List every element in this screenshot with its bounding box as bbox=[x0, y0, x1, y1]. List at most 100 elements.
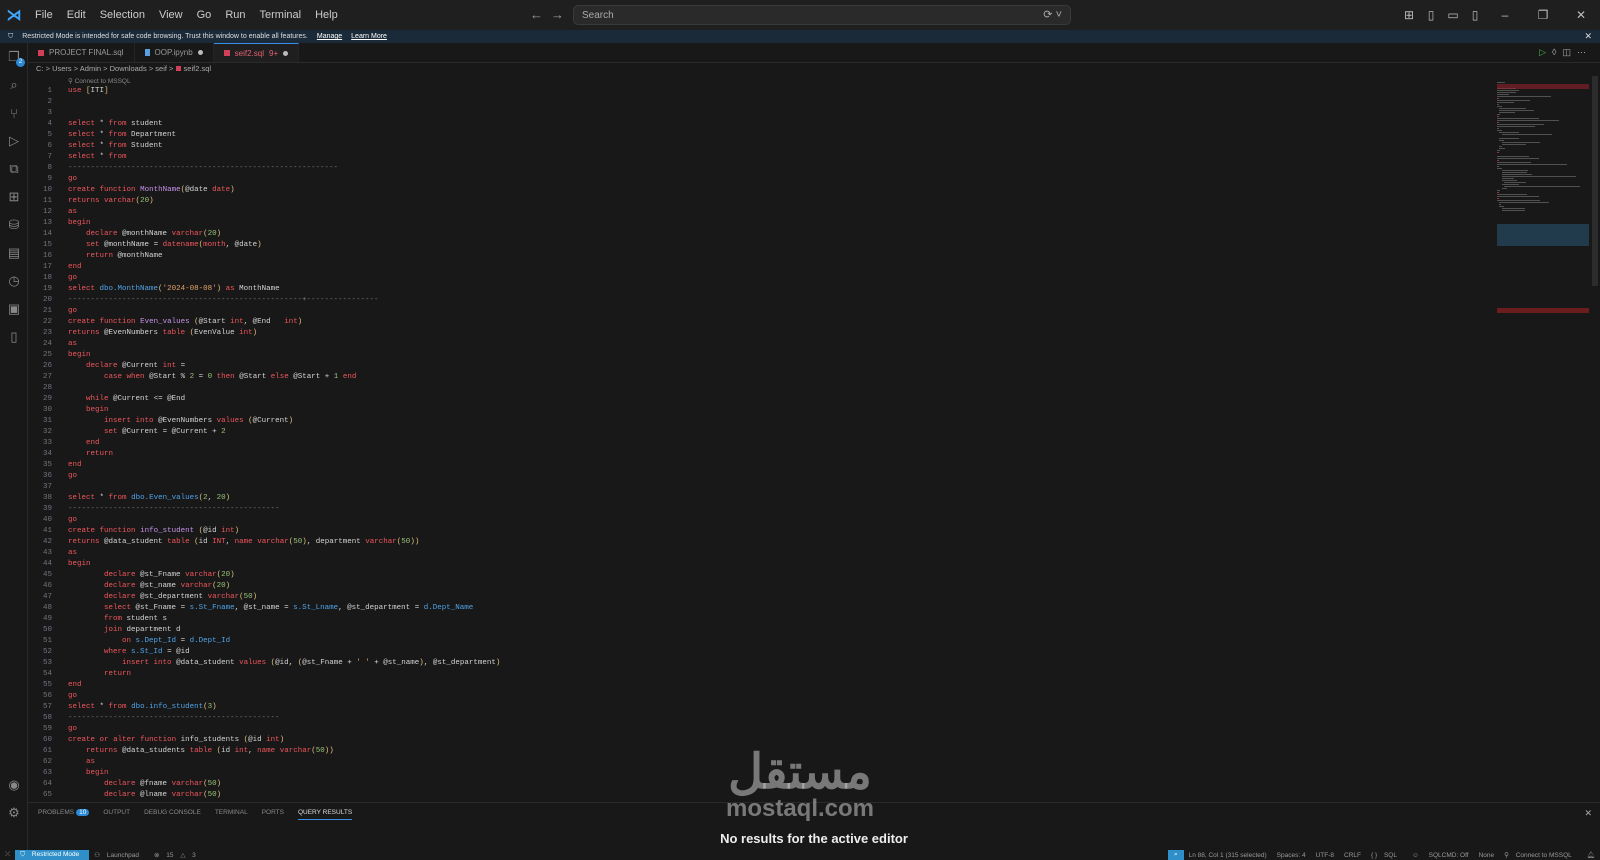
launchpad-button[interactable]: ⚇ Launchpad bbox=[89, 851, 149, 859]
code-line[interactable]: 16 return @monthName bbox=[28, 251, 1478, 262]
code-line[interactable]: 43 as bbox=[28, 548, 1478, 559]
minimap[interactable] bbox=[1497, 76, 1589, 336]
code-line[interactable]: 48 select @st_Fname = s.St_Fname, @st_na… bbox=[28, 603, 1478, 614]
crumb-admin[interactable]: Admin bbox=[80, 64, 101, 73]
line-ending[interactable]: CRLF bbox=[1339, 852, 1366, 859]
timeline-icon[interactable]: ◷ bbox=[0, 267, 28, 295]
more-actions-icon[interactable]: ⋯ bbox=[1577, 47, 1592, 57]
code-line[interactable]: 44 begin bbox=[28, 559, 1478, 570]
extensions-icon[interactable]: ⊞ bbox=[0, 183, 28, 211]
run-query-icon[interactable]: ▷ bbox=[1539, 47, 1552, 57]
toggle-panel-icon[interactable]: ▭ bbox=[1442, 8, 1464, 22]
code-line[interactable]: 19 select dbo.MonthName('2024-08-08') as … bbox=[28, 284, 1478, 295]
code-line[interactable]: 59 go bbox=[28, 724, 1478, 735]
code-line[interactable]: 45 declare @st_Fname varchar(20) bbox=[28, 570, 1478, 581]
panel-tab-problems[interactable]: PROBLEMS 10 bbox=[38, 809, 90, 820]
code-line[interactable]: 50 join department d bbox=[28, 625, 1478, 636]
command-center-search[interactable]: Search ⟳ ˅ bbox=[573, 5, 1071, 25]
code-line[interactable]: 2 bbox=[28, 97, 1478, 108]
problems-indicator[interactable]: ⊗ 15 △ 3 bbox=[149, 851, 206, 859]
code-line[interactable]: 40 go bbox=[28, 515, 1478, 526]
menu-selection[interactable]: Selection bbox=[93, 9, 152, 21]
code-line[interactable]: 55 end bbox=[28, 680, 1478, 691]
folder-icon[interactable]: ▤ bbox=[0, 239, 28, 267]
code-line[interactable]: 3 bbox=[28, 108, 1478, 119]
zoom-search-icon[interactable]: ⌕ bbox=[1167, 850, 1184, 860]
code-line[interactable]: 28 bbox=[28, 383, 1478, 394]
code-line[interactable]: 39 --------------------------------------… bbox=[28, 504, 1478, 515]
code-line[interactable]: 62 as bbox=[28, 757, 1478, 768]
code-line[interactable]: 17 end bbox=[28, 262, 1478, 273]
code-line[interactable]: 37 bbox=[28, 482, 1478, 493]
code-line[interactable]: 35 end bbox=[28, 460, 1478, 471]
menu-terminal[interactable]: Terminal bbox=[253, 9, 309, 21]
tab-oop-notebook[interactable]: OOP.ipynb bbox=[135, 43, 214, 62]
code-line[interactable]: 5 select * from Department bbox=[28, 130, 1478, 141]
code-line[interactable]: 1 use [ITI] bbox=[28, 86, 1478, 97]
cursor-position[interactable]: Ln 88, Col 1 (315 selected) bbox=[1184, 852, 1272, 859]
code-line[interactable]: 13 begin bbox=[28, 218, 1478, 229]
editor-scrollbar[interactable] bbox=[1592, 76, 1598, 286]
menu-view[interactable]: View bbox=[152, 9, 190, 21]
code-line[interactable]: 32 set @Current = @Current + 2 bbox=[28, 427, 1478, 438]
code-line[interactable]: 22 create function Even_values (@Start in… bbox=[28, 317, 1478, 328]
code-line[interactable]: 38 select * from dbo.Even_values(2, 20) bbox=[28, 493, 1478, 504]
code-line[interactable]: 65 declare @lname varchar(50) bbox=[28, 790, 1478, 801]
menu-edit[interactable]: Edit bbox=[60, 9, 93, 21]
code-line[interactable]: 11 returns varchar(20) bbox=[28, 196, 1478, 207]
restricted-mode-indicator[interactable]: ⛉ Restricted Mode bbox=[15, 850, 90, 860]
code-line[interactable]: 51 on s.Dept_Id = d.Dept_Id bbox=[28, 636, 1478, 647]
testing-icon[interactable]: ▣ bbox=[0, 295, 28, 323]
code-line[interactable]: 6 select * from Student bbox=[28, 141, 1478, 152]
sqlcmd-mode[interactable]: SQLCMD: Off bbox=[1424, 852, 1474, 859]
minimize-button[interactable]: – bbox=[1486, 8, 1524, 22]
settings-gear-icon[interactable]: ⚙ bbox=[0, 799, 28, 827]
crumb-file[interactable]: seif2.sql bbox=[184, 64, 212, 73]
code-line[interactable]: 4 select * from student bbox=[28, 119, 1478, 130]
code-line[interactable]: 14 declare @monthName varchar(20) bbox=[28, 229, 1478, 240]
remote-icon[interactable]: ⤫ bbox=[0, 851, 15, 859]
menu-help[interactable]: Help bbox=[308, 9, 345, 21]
panel-tab-debug-console[interactable]: DEBUG CONSOLE bbox=[144, 809, 201, 820]
code-line[interactable]: 63 begin bbox=[28, 768, 1478, 779]
code-line[interactable]: 18 go bbox=[28, 273, 1478, 284]
code-line[interactable]: 41 create function info_student (@id int) bbox=[28, 526, 1478, 537]
database-icon[interactable]: ⛁ bbox=[0, 211, 28, 239]
code-line[interactable]: 57 select * from dbo.info_student(3) bbox=[28, 702, 1478, 713]
panel-tab-terminal[interactable]: TERMINAL bbox=[215, 809, 248, 820]
customize-layout-icon[interactable]: ⊞ bbox=[1398, 8, 1420, 22]
code-line[interactable]: 64 declare @fname varchar(50) bbox=[28, 779, 1478, 790]
code-line[interactable]: 60 create or alter function info_students… bbox=[28, 735, 1478, 746]
connect-mssql[interactable]: ⚲ Connect to MSSQL bbox=[1499, 851, 1582, 859]
account-icon[interactable]: ◉ bbox=[0, 771, 28, 799]
indentation[interactable]: Spaces: 4 bbox=[1272, 852, 1311, 859]
code-editor[interactable]: 1 use [ITI] 2 3 4 select * from student 5 selec… bbox=[28, 86, 1498, 802]
connect-codelens[interactable]: ⚲ Connect to MSSQL bbox=[68, 77, 131, 85]
code-line[interactable]: 54 return bbox=[28, 669, 1478, 680]
code-line[interactable]: 25 begin bbox=[28, 350, 1478, 361]
code-line[interactable]: 8 ---------------------------------------… bbox=[28, 163, 1478, 174]
code-line[interactable]: 49 from student s bbox=[28, 614, 1478, 625]
search-icon[interactable]: ⌕ bbox=[0, 71, 28, 99]
copilot-icon[interactable]: ⟳ ˅ bbox=[1043, 8, 1062, 21]
code-line[interactable]: 30 begin bbox=[28, 405, 1478, 416]
crumb-downloads[interactable]: Downloads bbox=[110, 64, 147, 73]
toggle-sidebar-icon[interactable]: ▯ bbox=[1420, 8, 1442, 22]
copilot-status-icon[interactable]: ☺ bbox=[1407, 852, 1424, 859]
code-line[interactable]: 29 while @Current <= @End bbox=[28, 394, 1478, 405]
crumb-drive[interactable]: C: bbox=[36, 64, 44, 73]
code-line[interactable]: 27 case when @Start % 2 = 0 then @Start … bbox=[28, 372, 1478, 383]
code-line[interactable]: 9 go bbox=[28, 174, 1478, 185]
plan-icon[interactable]: ◊ bbox=[1552, 47, 1562, 57]
code-line[interactable]: 46 declare @st_name varchar(20) bbox=[28, 581, 1478, 592]
code-line[interactable]: 47 declare @st_department varchar(50) bbox=[28, 592, 1478, 603]
close-window-button[interactable]: ✕ bbox=[1562, 8, 1600, 22]
notebook-icon[interactable]: ▯ bbox=[0, 323, 28, 351]
code-line[interactable]: 21 go bbox=[28, 306, 1478, 317]
crumb-users[interactable]: Users bbox=[52, 64, 72, 73]
database-selector[interactable]: None bbox=[1474, 852, 1500, 859]
code-line[interactable]: 31 insert into @EvenNumbers values (@Cur… bbox=[28, 416, 1478, 427]
code-line[interactable]: 10 create function MonthName(@date date) bbox=[28, 185, 1478, 196]
toggle-secondary-sidebar-icon[interactable]: ▯ bbox=[1464, 8, 1486, 22]
crumb-seif[interactable]: seif bbox=[155, 64, 167, 73]
